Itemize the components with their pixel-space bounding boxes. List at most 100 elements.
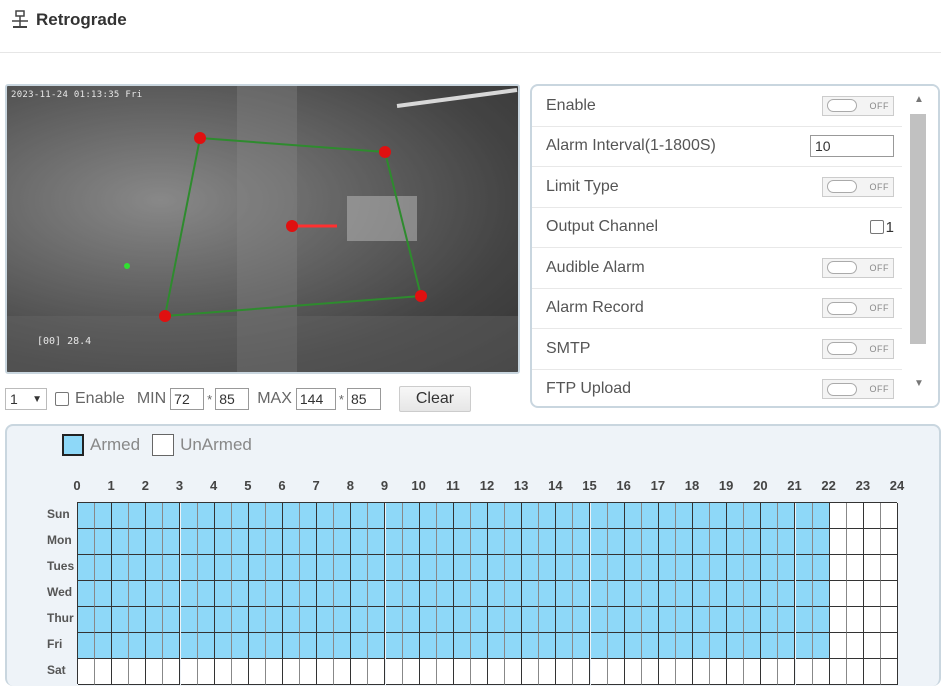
schedule-cell[interactable] [453,555,471,581]
schedule-cell[interactable] [214,555,232,581]
schedule-cell[interactable] [112,529,130,555]
schedule-cell[interactable] [488,529,506,555]
schedule-cell[interactable] [112,633,130,659]
schedule-cell[interactable] [283,659,301,685]
schedule-cell[interactable] [761,555,779,581]
schedule-cell[interactable] [829,659,847,685]
schedule-cell[interactable] [402,659,420,685]
schedule-cell[interactable] [402,503,420,529]
schedule-cell[interactable] [863,633,881,659]
schedule-cell[interactable] [624,555,642,581]
schedule-grid[interactable] [77,502,898,685]
schedule-cell[interactable] [180,659,198,685]
schedule-cell[interactable] [470,555,488,581]
schedule-cell[interactable] [300,607,318,633]
schedule-cell[interactable] [231,607,249,633]
schedule-cell[interactable] [385,503,403,529]
schedule-cell[interactable] [317,633,335,659]
schedule-cell[interactable] [231,555,249,581]
schedule-cell[interactable] [146,581,164,607]
schedule-cell[interactable] [863,581,881,607]
schedule-cell[interactable] [863,607,881,633]
schedule-cell[interactable] [863,503,881,529]
schedule-cell[interactable] [283,503,301,529]
schedule-cell[interactable] [248,607,266,633]
schedule-cell[interactable] [265,555,283,581]
schedule-cell[interactable] [710,555,728,581]
schedule-cell[interactable] [675,503,693,529]
schedule-cell[interactable] [453,633,471,659]
schedule-cell[interactable] [880,607,898,633]
unarmed-swatch[interactable] [152,434,175,456]
schedule-cell[interactable] [693,555,711,581]
schedule-cell[interactable] [146,503,164,529]
schedule-cell[interactable] [402,555,420,581]
schedule-cell[interactable] [488,607,506,633]
schedule-cell[interactable] [300,555,318,581]
schedule-cell[interactable] [419,555,437,581]
schedule-cell[interactable] [710,607,728,633]
schedule-cell[interactable] [590,581,608,607]
schedule-cell[interactable] [846,607,864,633]
schedule-cell[interactable] [607,659,625,685]
schedule-cell[interactable] [556,607,574,633]
schedule-cell[interactable] [419,659,437,685]
schedule-cell[interactable] [129,633,147,659]
schedule-cell[interactable] [744,529,762,555]
schedule-cell[interactable] [334,503,352,529]
schedule-cell[interactable] [453,529,471,555]
schedule-cell[interactable] [419,607,437,633]
schedule-cell[interactable] [795,607,813,633]
schedule-cell[interactable] [522,503,540,529]
schedule-cell[interactable] [129,581,147,607]
scroll-up-icon[interactable]: ▲ [914,94,924,105]
schedule-cell[interactable] [761,529,779,555]
schedule-cell[interactable] [880,503,898,529]
ftp-upload-toggle[interactable]: OFF [822,379,894,400]
output-channel-checkbox[interactable] [869,220,884,235]
schedule-cell[interactable] [590,607,608,633]
schedule-cell[interactable] [129,659,147,685]
schedule-cell[interactable] [385,659,403,685]
schedule-cell[interactable] [385,633,403,659]
schedule-cell[interactable] [505,503,523,529]
schedule-cell[interactable] [744,503,762,529]
region-select[interactable]: 1 ▼ [5,388,47,410]
schedule-cell[interactable] [180,529,198,555]
schedule-cell[interactable] [539,633,557,659]
schedule-cell[interactable] [265,633,283,659]
schedule-cell[interactable] [658,659,676,685]
schedule-cell[interactable] [385,529,403,555]
schedule-cell[interactable] [78,581,96,607]
schedule-cell[interactable] [744,581,762,607]
schedule-cell[interactable] [727,633,745,659]
schedule-cell[interactable] [710,633,728,659]
schedule-cell[interactable] [300,659,318,685]
schedule-cell[interactable] [453,659,471,685]
schedule-cell[interactable] [197,555,215,581]
schedule-cell[interactable] [453,581,471,607]
schedule-cell[interactable] [710,581,728,607]
schedule-cell[interactable] [795,633,813,659]
schedule-cell[interactable] [675,555,693,581]
schedule-cell[interactable] [180,503,198,529]
schedule-cell[interactable] [607,503,625,529]
schedule-cell[interactable] [795,659,813,685]
schedule-cell[interactable] [829,581,847,607]
schedule-cell[interactable] [727,555,745,581]
schedule-cell[interactable] [488,633,506,659]
schedule-cell[interactable] [95,633,113,659]
schedule-cell[interactable] [351,555,369,581]
schedule-cell[interactable] [368,581,386,607]
schedule-cell[interactable] [95,529,113,555]
schedule-cell[interactable] [197,529,215,555]
schedule-cell[interactable] [590,633,608,659]
schedule-cell[interactable] [812,607,830,633]
smtp-toggle[interactable]: OFF [822,338,894,359]
schedule-cell[interactable] [710,503,728,529]
schedule-cell[interactable] [863,529,881,555]
schedule-cell[interactable] [470,607,488,633]
schedule-cell[interactable] [368,633,386,659]
schedule-cell[interactable] [658,633,676,659]
schedule-cell[interactable] [795,529,813,555]
